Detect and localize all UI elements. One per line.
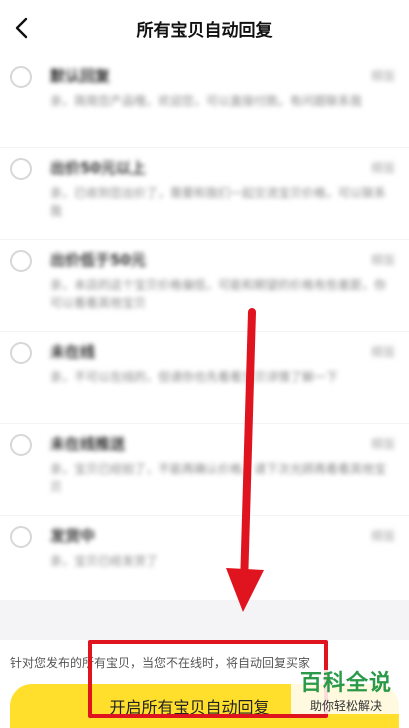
list-item[interactable]: 发货中 模版 亲，宝贝已经发货了 — [0, 516, 409, 608]
list-item[interactable]: 出价50元以上 模版 亲，已收到您出价了，需要和我们一起交流宝贝价格，可以联系我 — [0, 148, 409, 240]
item-description: 亲，简简您产品哦，欢迎您，可以直接付款。有问题联系我 — [50, 94, 363, 108]
item-tag: 模版 — [370, 437, 395, 451]
item-tag: 模版 — [370, 161, 395, 175]
item-tag: 模版 — [370, 345, 395, 359]
page-title: 所有宝贝自动回复 — [136, 21, 273, 41]
list-item[interactable]: 未在线推送 模版 亲，宝贝已经拍了，不能再确认价格，请下次光顾再看看其他宝贝 — [0, 424, 409, 516]
radio-button[interactable] — [10, 526, 32, 548]
item-title: 默认回复 — [50, 67, 111, 85]
item-tag: 模版 — [370, 69, 395, 83]
item-description: 亲，宝贝已经拍了，不能再确认价格，请下次光顾再看看其他宝贝 — [50, 462, 387, 494]
item-tag: 模版 — [370, 253, 395, 267]
reply-template-list: 默认回复 模版 亲，简简您产品哦，欢迎您，可以直接付款。有问题联系我 出价50元… — [0, 56, 409, 608]
item-description: 亲，本店的这个宝贝价格偏低，可能和期望的价格有些差距，你可以看看其他宝贝 — [50, 278, 387, 310]
section-divider — [0, 600, 409, 640]
list-item[interactable]: 未在线 模版 亲，不可以在线的，但请你也先看看宝贝详情了解一下 — [0, 332, 409, 424]
radio-button[interactable] — [10, 250, 32, 272]
list-item[interactable]: 默认回复 模版 亲，简简您产品哦，欢迎您，可以直接付款。有问题联系我 — [0, 56, 409, 148]
item-title: 未在线 — [50, 343, 96, 361]
item-title: 未在线推送 — [50, 435, 126, 453]
watermark-title: 百科全说 — [299, 671, 392, 696]
item-description: 亲，宝贝已经发货了 — [50, 554, 159, 568]
item-title: 发货中 — [50, 527, 96, 545]
watermark-subtitle: 助你轻松解决 — [309, 699, 382, 713]
item-description: 亲，已收到您出价了，需要和我们一起交流宝贝价格，可以联系我 — [50, 186, 387, 218]
radio-button[interactable] — [10, 434, 32, 456]
item-description: 亲，不可以在线的，但请你也先看看宝贝详情了解一下 — [50, 370, 339, 384]
item-tag: 模版 — [370, 529, 395, 543]
radio-button[interactable] — [10, 342, 32, 364]
item-title: 出价低于50元 — [50, 251, 146, 269]
watermark-logo: 百科全说 助你轻松解决 — [291, 670, 401, 714]
list-item[interactable]: 出价低于50元 模版 亲，本店的这个宝贝价格偏低，可能和期望的价格有些差距，你可… — [0, 240, 409, 332]
radio-button[interactable] — [10, 158, 32, 180]
header-bar: 所有宝贝自动回复 — [0, 0, 409, 56]
radio-button[interactable] — [10, 66, 32, 88]
item-title: 出价50元以上 — [50, 159, 146, 177]
